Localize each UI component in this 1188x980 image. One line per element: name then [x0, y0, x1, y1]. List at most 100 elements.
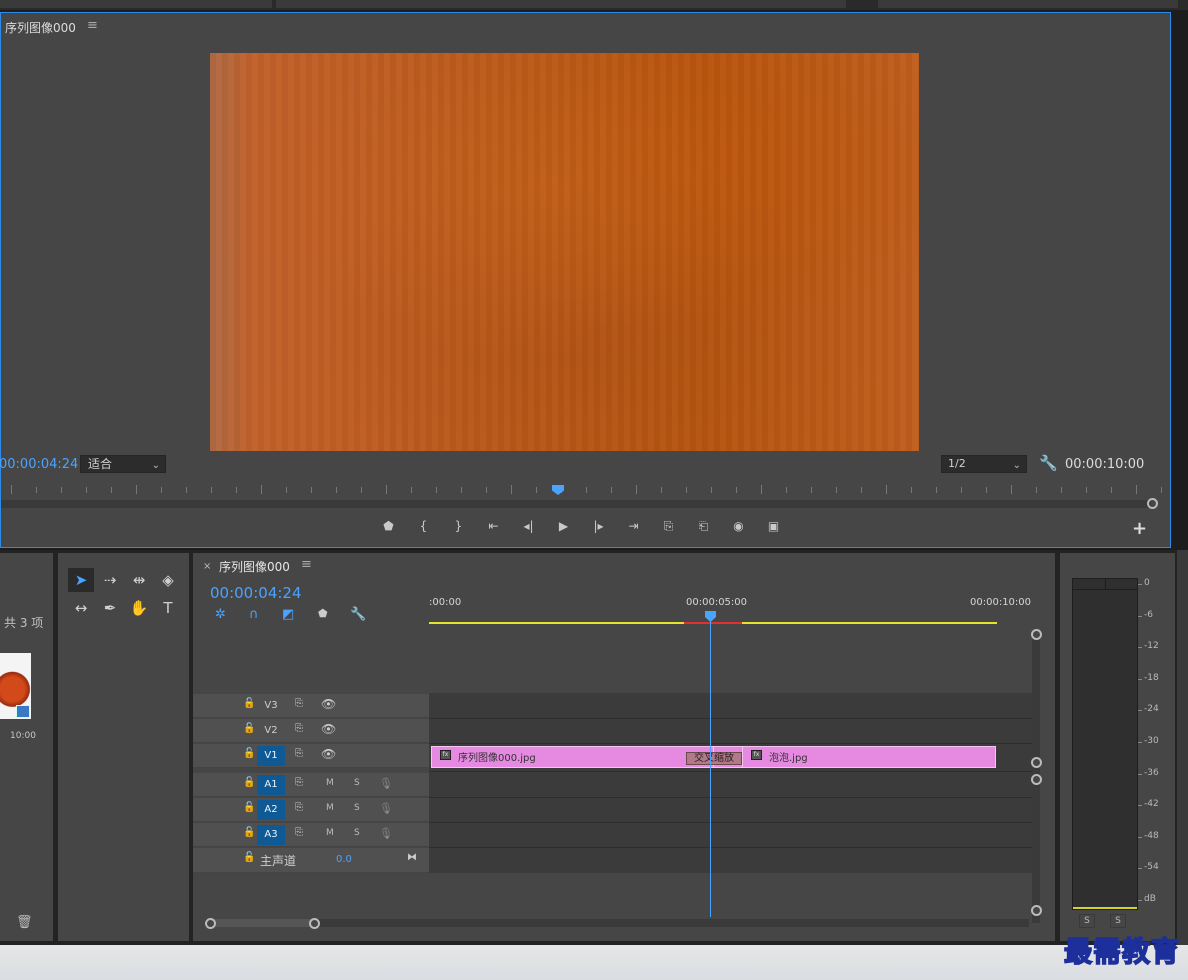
microphone-icon[interactable]: 🎙 [379, 802, 393, 815]
snap-magnet-icon[interactable]: ∩ [249, 607, 259, 622]
solo-button[interactable]: S [354, 828, 360, 838]
lock-icon[interactable]: 🔓 [243, 802, 255, 813]
sync-lock-icon[interactable]: ⎘ [295, 723, 303, 734]
track-name[interactable]: A2 [257, 800, 285, 820]
go-to-next-edit-icon[interactable]: ⧓ [407, 852, 417, 863]
eye-icon[interactable]: 👁 [321, 697, 336, 711]
extract-icon[interactable]: ⎗ [686, 519, 721, 537]
export-frame-icon[interactable]: ◉ [721, 519, 756, 537]
ruler-tick [661, 487, 662, 493]
track-header-master: 🔓 主声道 0.0 ⧓ [193, 848, 429, 873]
scrollbar-handle[interactable] [1031, 774, 1042, 785]
play-icon[interactable]: ▶ [546, 519, 581, 537]
ruler-tick [686, 487, 687, 493]
scrollbar-handle[interactable] [1031, 757, 1042, 768]
step-back-icon[interactable]: ◂| [511, 519, 546, 537]
microphone-icon[interactable]: 🎙 [379, 827, 393, 840]
sync-lock-icon[interactable]: ⎘ [295, 827, 303, 838]
track-select-tool-icon[interactable]: ⇢ [97, 568, 123, 592]
sync-lock-icon[interactable]: ⎘ [295, 698, 303, 709]
db-tick [1138, 805, 1142, 807]
program-monitor-title[interactable]: 序列图像000 [5, 19, 76, 36]
track-name[interactable]: A3 [257, 825, 285, 845]
clip-bubbles[interactable]: fx 泡泡.jpg [742, 746, 996, 768]
scrollbar-thumb[interactable] [210, 919, 314, 927]
master-volume-value[interactable]: 0.0 [336, 854, 352, 865]
button-editor-icon[interactable]: ▣ [756, 519, 791, 537]
solo-right-button[interactable]: S [1110, 914, 1126, 928]
fx-badge-icon: fx [440, 750, 451, 760]
mark-out-icon[interactable]: } [441, 519, 476, 537]
scrollbar-handle[interactable] [205, 918, 216, 929]
lock-icon[interactable]: 🔓 [243, 777, 255, 788]
lock-icon[interactable]: 🔓 [243, 827, 255, 838]
sync-lock-icon[interactable]: ⎘ [295, 802, 303, 813]
eye-icon[interactable]: 👁 [321, 747, 336, 761]
mark-in-icon[interactable]: { [406, 519, 441, 537]
horizontal-scrollbar[interactable] [205, 919, 1029, 927]
lock-icon[interactable]: 🔓 [243, 723, 255, 734]
mute-button[interactable]: M [326, 778, 334, 788]
db-label: -36 [1144, 767, 1159, 778]
nest-sequence-icon[interactable]: ✲ [215, 607, 226, 622]
lift-icon[interactable]: ⎘ [651, 519, 686, 537]
zoom-fit-select[interactable]: 适合 ⌄ [80, 455, 166, 473]
scrollbar-handle[interactable] [1031, 905, 1042, 916]
watermark-logo: 最需教育 [1063, 934, 1181, 969]
track-name[interactable]: A1 [257, 775, 285, 795]
microphone-icon[interactable]: 🎙 [379, 777, 393, 790]
timeline-tab-title[interactable]: 序列图像000 [219, 558, 290, 575]
solo-button[interactable]: S [354, 778, 360, 788]
track-area[interactable] [429, 693, 1032, 873]
solo-button[interactable]: S [354, 803, 360, 813]
track-name[interactable]: V1 [257, 746, 285, 766]
program-time-ruler[interactable] [1, 483, 1162, 497]
ruler-tick [1086, 487, 1087, 493]
right-edge-scrollbar[interactable] [1177, 550, 1188, 945]
program-zoom-scrollbar[interactable] [1, 500, 1151, 508]
go-to-out-icon[interactable]: ⇥ [616, 519, 651, 537]
playhead-timecode[interactable]: 00:00:04:24 [0, 457, 78, 472]
panel-menu-icon[interactable]: ≡ [87, 18, 98, 33]
panel-menu-icon[interactable]: ≡ [301, 557, 312, 572]
hand-tool-icon[interactable]: ✋ [126, 596, 152, 620]
selection-tool-icon[interactable]: ➤ [68, 568, 94, 592]
type-tool-icon[interactable]: T [155, 596, 181, 620]
go-to-in-icon[interactable]: ⇤ [476, 519, 511, 537]
step-forward-icon[interactable]: |▸ [581, 519, 616, 537]
razor-tool-icon[interactable]: ◈ [155, 568, 181, 592]
ruler-tick [986, 487, 987, 493]
scrollbar-handle[interactable] [1147, 498, 1158, 509]
button-editor-add-icon[interactable]: + [1132, 518, 1147, 539]
add-marker-icon[interactable]: ⬟ [318, 607, 328, 620]
timeline-settings-wrench-icon[interactable]: 🔧 [350, 607, 366, 622]
timeline-playhead-line [710, 621, 711, 917]
db-tick [1138, 615, 1142, 617]
lock-icon[interactable]: 🔓 [243, 698, 255, 709]
track-name[interactable]: V2 [257, 721, 285, 741]
scrollbar-handle[interactable] [1031, 629, 1042, 640]
playback-resolution-select[interactable]: 1/2 ⌄ [941, 455, 1027, 473]
ripple-edit-tool-icon[interactable]: ⇹ [126, 568, 152, 592]
settings-wrench-icon[interactable]: 🔧 [1039, 454, 1058, 472]
cross-zoom-transition[interactable]: 交叉缩放 [686, 752, 742, 765]
trash-icon[interactable]: 🗑 [16, 915, 33, 930]
scrollbar-handle[interactable] [309, 918, 320, 929]
close-icon[interactable]: × [203, 561, 211, 572]
eye-icon[interactable]: 👁 [321, 722, 336, 736]
slip-tool-icon[interactable]: ↔ [68, 596, 94, 620]
marker-icon[interactable]: ⬟ [371, 519, 406, 537]
pen-tool-icon[interactable]: ✒ [97, 596, 123, 620]
linked-selection-icon[interactable]: ◩ [282, 607, 294, 622]
timeline-timecode[interactable]: 00:00:04:24 [210, 584, 302, 602]
sync-lock-icon[interactable]: ⎘ [295, 777, 303, 788]
clip-seq-image[interactable]: fx 序列图像000.jpg [431, 746, 714, 768]
project-item-count: 共 3 项 [4, 616, 44, 630]
mute-button[interactable]: M [326, 828, 334, 838]
lock-icon[interactable]: 🔓 [243, 852, 255, 863]
track-name[interactable]: V3 [257, 696, 285, 716]
lock-icon[interactable]: 🔓 [243, 748, 255, 759]
sync-lock-icon[interactable]: ⎘ [295, 748, 303, 759]
solo-left-button[interactable]: S [1079, 914, 1095, 928]
mute-button[interactable]: M [326, 803, 334, 813]
